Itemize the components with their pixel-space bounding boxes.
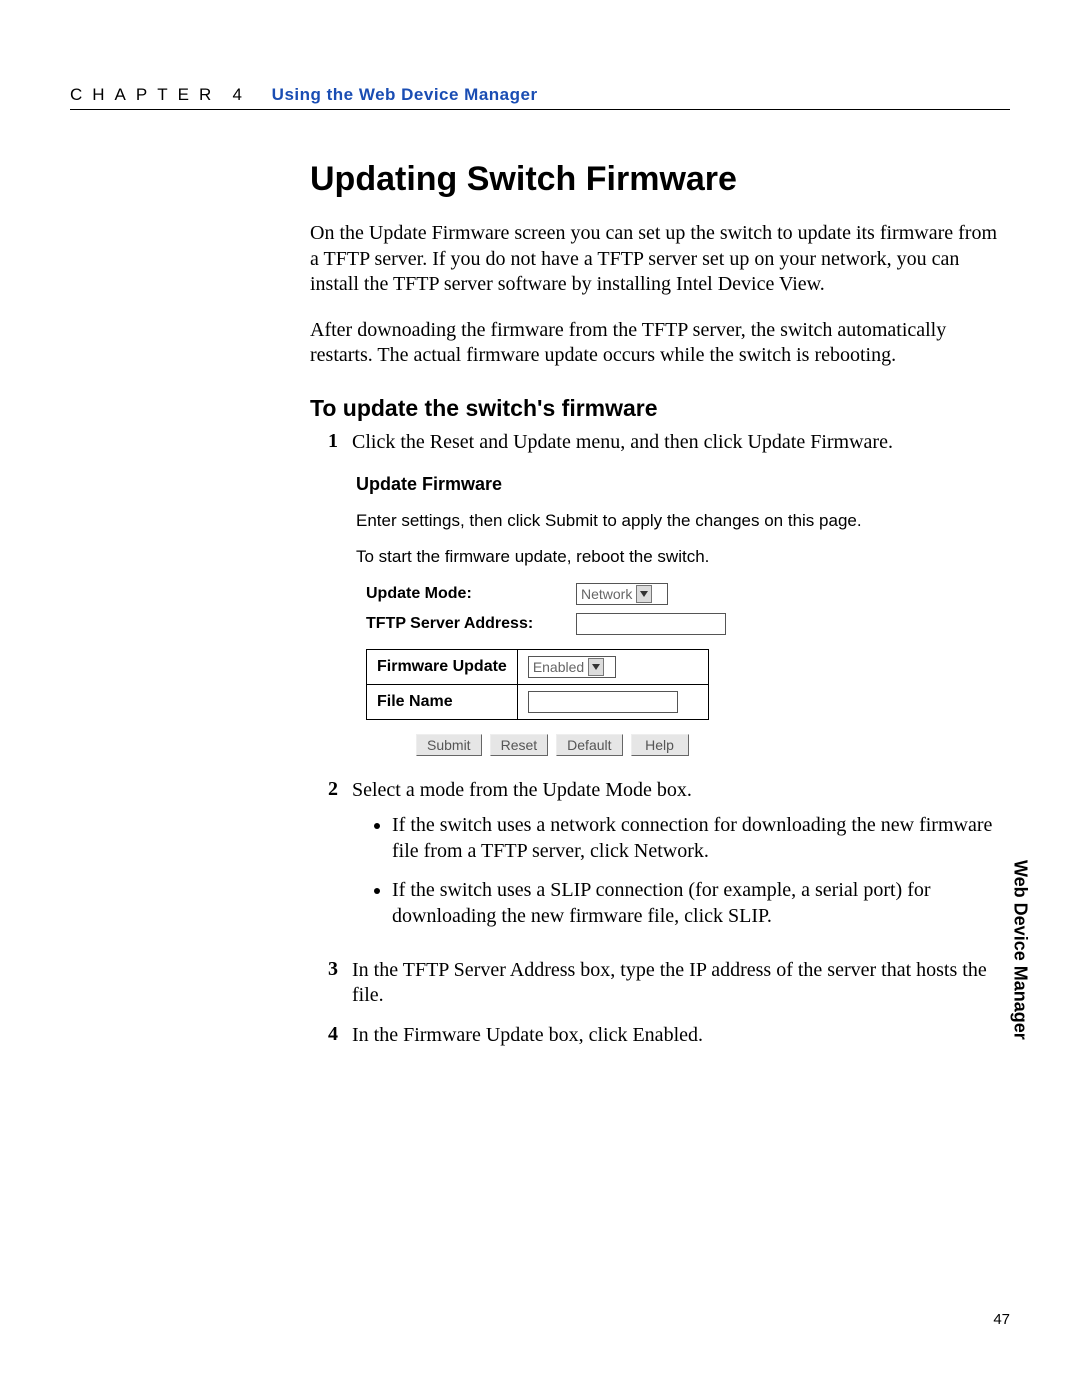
side-tab-label: Web Device Manager [1010, 860, 1031, 1040]
section-name: Using the Web Device Manager [272, 85, 538, 104]
reset-button[interactable]: Reset [490, 734, 549, 756]
page-header: CHAPTER 4 Using the Web Device Manager [70, 85, 1010, 110]
chapter-word: CHAPTER [70, 85, 221, 104]
side-tab: Web Device Manager [1006, 830, 1034, 1070]
page-number: 47 [993, 1311, 1010, 1328]
intro-para-2: After downoading the firmware from the T… [310, 318, 1010, 369]
step-number: 4 [310, 1023, 338, 1049]
file-name-input[interactable] [528, 691, 678, 713]
chapter-number: 4 [232, 85, 242, 104]
update-firmware-panel: Update Firmware Enter settings, then cli… [356, 474, 916, 756]
update-mode-value: Network [579, 586, 634, 602]
step-text: In the TFTP Server Address box, type the… [352, 958, 1010, 1009]
step-text: In the Firmware Update box, click Enable… [352, 1023, 1010, 1049]
firmware-update-label: Firmware Update [367, 649, 518, 684]
firmware-update-select[interactable]: Enabled [528, 656, 616, 678]
tftp-address-input[interactable] [576, 613, 726, 635]
step-number: 2 [310, 778, 338, 944]
procedure-heading: To update the switch's firmware [310, 395, 1010, 422]
firmware-update-value: Enabled [531, 659, 586, 675]
firmware-table: Firmware Update Enabled File Name [366, 649, 709, 720]
file-name-label: File Name [367, 684, 518, 719]
intro-para-1: On the Update Firmware screen you can se… [310, 221, 1010, 298]
tftp-address-label: TFTP Server Address: [366, 615, 576, 633]
step-number: 1 [310, 430, 338, 456]
step-text: Select a mode from the Update Mode box. [352, 779, 692, 801]
chevron-down-icon[interactable] [588, 658, 604, 676]
submit-button[interactable]: Submit [416, 734, 482, 756]
update-mode-label: Update Mode: [366, 585, 576, 603]
help-button[interactable]: Help [631, 734, 689, 756]
chevron-down-icon[interactable] [636, 585, 652, 603]
step-number: 3 [310, 958, 338, 1009]
update-mode-select[interactable]: Network [576, 583, 668, 605]
table-row: File Name [367, 684, 709, 719]
bullet-item: If the switch uses a SLIP connection (fo… [392, 878, 1010, 929]
default-button[interactable]: Default [556, 734, 622, 756]
step-text: Click the Reset and Update menu, and the… [352, 430, 1010, 456]
page-title: Updating Switch Firmware [310, 160, 1010, 199]
bullet-item: If the switch uses a network connection … [392, 813, 1010, 864]
panel-instruction-2: To start the firmware update, reboot the… [356, 547, 916, 567]
panel-title: Update Firmware [356, 474, 916, 495]
panel-instruction-1: Enter settings, then click Submit to app… [356, 511, 916, 531]
table-row: Firmware Update Enabled [367, 649, 709, 684]
